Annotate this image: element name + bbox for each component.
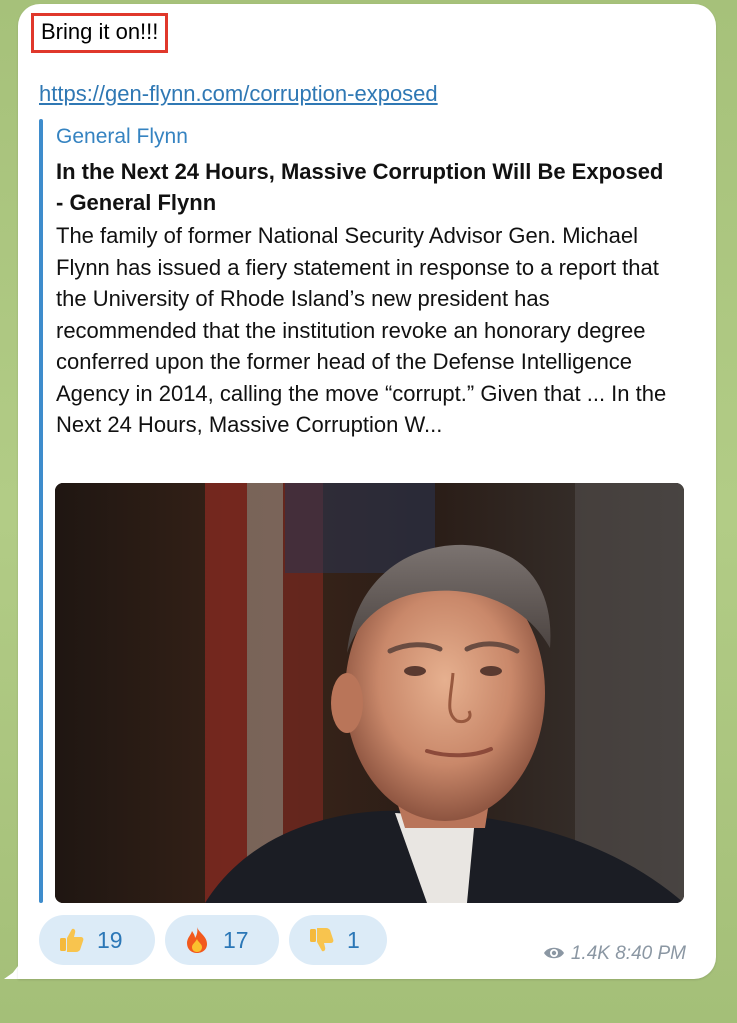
link-preview[interactable]: General Flynn In the Next 24 Hours, Mass…	[39, 119, 689, 903]
preview-site-name: General Flynn	[56, 125, 188, 148]
thumbs-up-icon	[60, 928, 84, 952]
reaction-thumbs-down[interactable]: 1	[289, 915, 387, 965]
reaction-count: 19	[97, 927, 123, 953]
message-meta: 1.4K 8:40 PM	[543, 941, 686, 967]
message-text: Bring it on!!!	[31, 13, 169, 53]
eye-icon	[543, 947, 564, 959]
preview-accent-bar	[39, 119, 43, 903]
reaction-thumbs-up[interactable]: 19	[39, 915, 155, 965]
reaction-count: 1	[347, 927, 360, 953]
preview-description: The family of former National Security A…	[56, 223, 667, 437]
message-bubble: Bring it on!!! https://gen-flynn.com/cor…	[18, 4, 716, 979]
message-time: 8:40 PM	[615, 943, 686, 964]
preview-title: In the Next 24 Hours, Massive Corruption…	[56, 159, 664, 215]
reaction-fire[interactable]: 17	[165, 915, 279, 965]
reaction-count: 17	[223, 927, 249, 953]
view-count: 1.4K	[570, 943, 610, 964]
portrait-photo	[55, 483, 684, 903]
fire-icon	[187, 927, 207, 953]
message-link[interactable]: https://gen-flynn.com/corruption-exposed	[39, 80, 438, 108]
thumbs-down-icon	[310, 928, 334, 952]
preview-image[interactable]	[55, 483, 684, 903]
